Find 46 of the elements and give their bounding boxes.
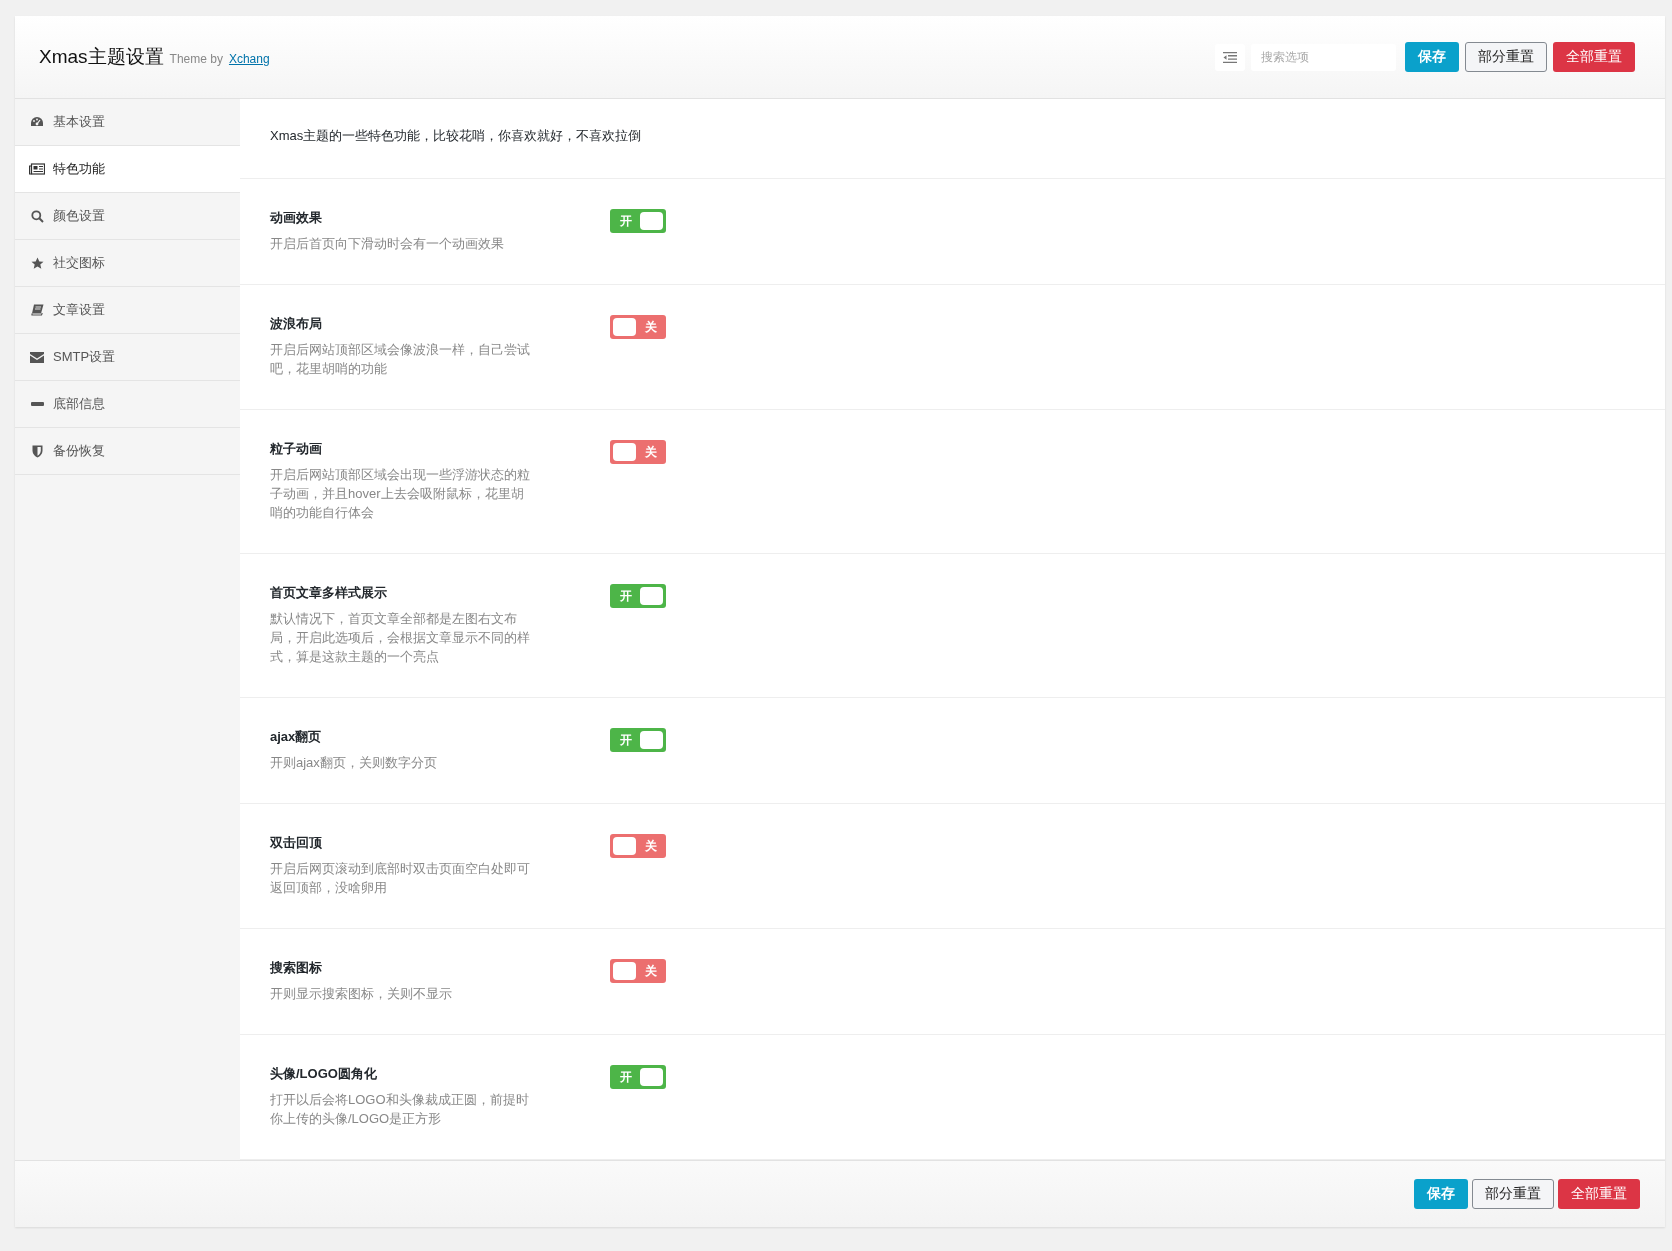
option-title: 粒子动画 [270, 440, 323, 458]
dashboard-icon [30, 116, 44, 128]
toggle-switch[interactable]: 开 [610, 209, 666, 233]
option-description: 默认情况下，首页文章全部都是左图右文布局，开启此选项后，会根据文章显示不同的样式，算是这款主题的一个亮点 [270, 610, 531, 666]
option-title: 动画效果 [270, 209, 323, 227]
reset-all-button[interactable]: 全部重置 [1553, 42, 1635, 72]
theme-credit: Theme by [169, 52, 223, 66]
section-intro: Xmas主题的一些特色功能，比较花哨，你喜欢就好，不喜欢拉倒 [240, 99, 1665, 179]
indent-icon [1223, 51, 1237, 63]
toggle-switch[interactable]: 关 [610, 834, 666, 858]
page-title: Xmas主题设置 [39, 45, 164, 69]
book-icon [30, 304, 44, 316]
expand-toggle[interactable] [1215, 43, 1245, 71]
toggle-switch[interactable]: 关 [610, 440, 666, 464]
option-title: 首页文章多样式展示 [270, 584, 388, 602]
toggle-switch[interactable]: 开 [610, 728, 666, 752]
option-title: 头像/LOGO圆角化 [270, 1065, 378, 1083]
minus-icon [30, 402, 44, 406]
option-description: 开启后首页向下滑动时会有一个动画效果 [270, 235, 505, 253]
search-icon [30, 209, 44, 223]
option-title: 搜索图标 [270, 959, 323, 977]
toggle-switch[interactable]: 关 [610, 315, 666, 339]
option-title: ajax翻页 [270, 728, 323, 746]
toggle-switch[interactable]: 关 [610, 959, 666, 983]
toggle-switch[interactable]: 开 [610, 1065, 666, 1089]
option-description: 开则ajax翻页，关则数字分页 [270, 754, 438, 772]
reset-all-button[interactable]: 全部重置 [1558, 1179, 1640, 1209]
option-description: 开则显示搜索图标，关则不显示 [270, 985, 453, 1003]
option-description: 开启后网页滚动到底部时双击页面空白处即可返回顶部，没啥卵用 [270, 860, 531, 897]
newspaper-icon [29, 163, 45, 175]
option-title: 波浪布局 [270, 315, 323, 333]
option-description: 打开以后会将LOGO和头像裁成正圆，前提时你上传的头像/LOGO是正方形 [270, 1091, 530, 1128]
save-button[interactable]: 保存 [1414, 1179, 1468, 1209]
author-link[interactable]: Xchang [228, 52, 270, 66]
toggle-switch[interactable]: 开 [610, 584, 666, 608]
star-icon [30, 256, 44, 270]
envelope-icon [30, 351, 44, 363]
option-title: 双击回顶 [270, 834, 323, 852]
search-field[interactable]: 搜索选项 [1251, 43, 1396, 71]
shield-icon [31, 444, 43, 458]
sidebar-item[interactable]: 特色功能 [15, 146, 240, 193]
partial-reset-button[interactable]: 部分重置 [1465, 42, 1547, 72]
partial-reset-button[interactable]: 部分重置 [1472, 1179, 1554, 1209]
option-description: 开启后网站顶部区域会出现一些浮游状态的粒子动画，并且hover上去会吸附鼠标，花里胡哨的功能自行体会 [270, 466, 531, 522]
save-button[interactable]: 保存 [1405, 42, 1459, 72]
option-description: 开启后网站顶部区域会像波浪一样，自己尝试吧，花里胡哨的功能 [270, 341, 531, 378]
